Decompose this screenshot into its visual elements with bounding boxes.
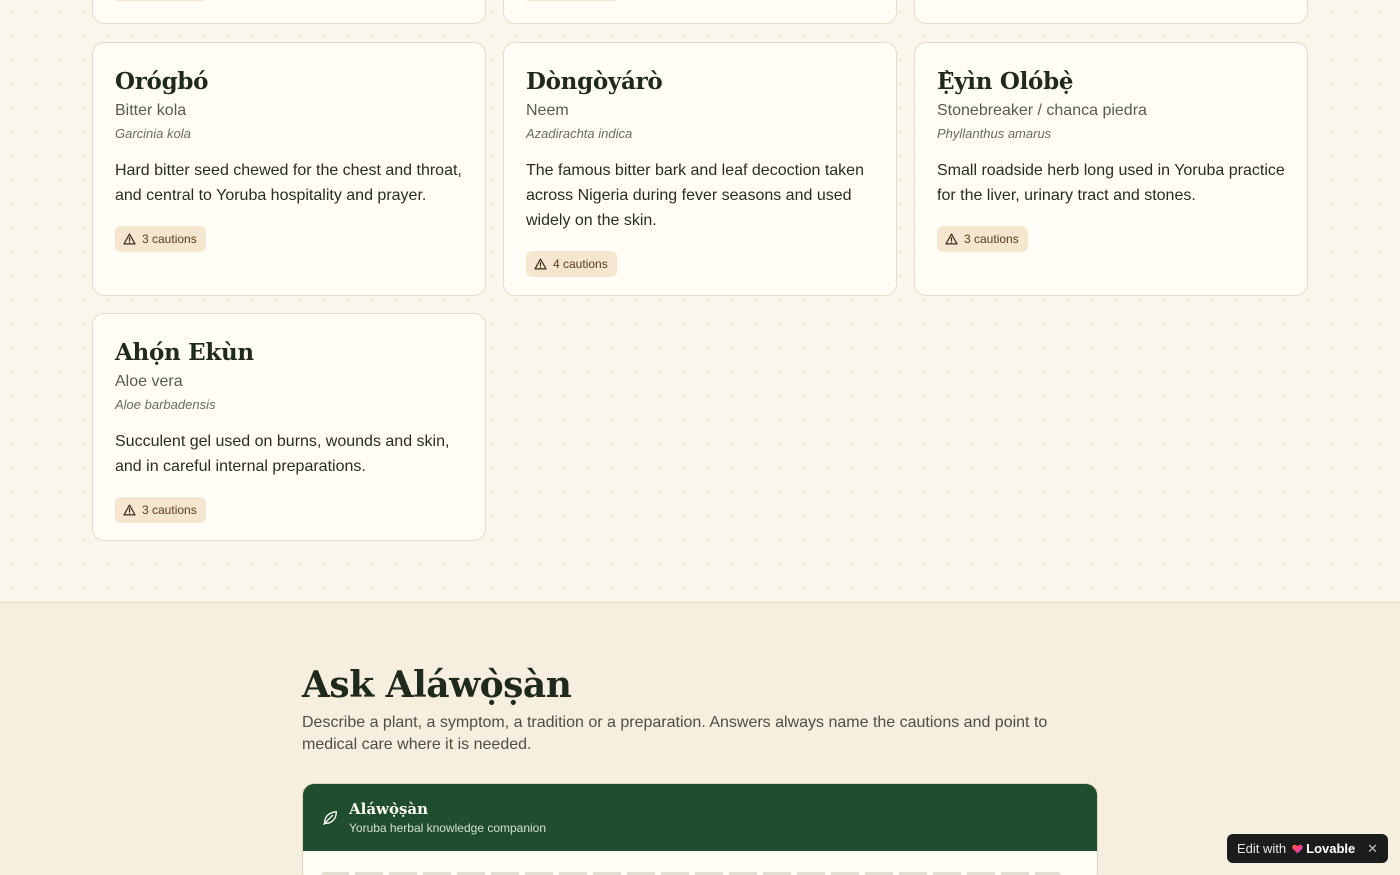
herb-common-name: Aloe vera [115,373,183,390]
lovable-brand-label: Lovable [1306,841,1356,856]
caution-badge: 3 cautions [937,226,1028,252]
warning-triangle-icon [123,504,136,516]
caution-count: 3 cautions [142,503,197,517]
chat-header: Aláwọ̀ṣàn Yoruba herbal knowledge compan… [303,784,1097,851]
warning-triangle-icon [945,233,958,245]
herb-name: Dòngòyárò [526,68,663,95]
chat-title: Aláwọ̀ṣàn [349,799,429,818]
close-icon[interactable]: ✕ [1367,841,1378,857]
caution-count: 3 cautions [142,232,197,246]
warning-triangle-icon [123,233,136,245]
caution-badge-stub [115,0,205,1]
herb-common-name: Neem [526,102,569,119]
leaf-icon [323,810,337,825]
lovable-heart-icon [1292,844,1303,854]
warning-triangle-icon [534,258,547,270]
herb-latin-name: Azadirachta indica [526,126,633,141]
herb-card-previous-3[interactable] [914,0,1308,24]
herb-card-previous-2[interactable] [503,0,897,24]
lovable-brand[interactable]: Lovable [1292,841,1355,856]
herb-common-name: Stonebreaker / chanca piedra [937,102,1147,119]
herb-name: Ẹ̀yìn Olóbẹ̀ [937,68,1074,95]
herb-description: Hard bitter seed chewed for the chest an… [115,162,462,204]
herb-card[interactable]: Ahọ́n Ekùn Aloe vera Aloe barbadensis Su… [92,313,486,541]
herb-description: Succulent gel used on burns, wounds and … [115,433,450,475]
caution-badge: 3 cautions [115,497,206,523]
herb-latin-name: Phyllanthus amarus [937,126,1052,141]
herb-description: Small roadside herb long used in Yoruba … [937,162,1285,204]
herb-card[interactable]: Dòngòyárò Neem Azadirachta indica The fa… [503,42,897,296]
herb-card[interactable]: Orógbó Bitter kola Garcinia kola Hard bi… [92,42,486,296]
herb-common-name: Bitter kola [115,102,187,119]
edit-label: Edit with [1237,841,1287,856]
herb-description: The famous bitter bark and leaf decoctio… [526,162,864,229]
caution-count: 3 cautions [964,232,1019,246]
caution-badge-stub [526,0,616,1]
herb-name: Ahọ́n Ekùn [115,339,254,366]
chat-subtitle: Yoruba herbal knowledge companion [349,820,547,835]
ask-section-subtitle: Describe a plant, a symptom, a tradition… [302,714,1048,753]
chat-panel[interactable]: Aláwọ̀ṣàn Yoruba herbal knowledge compan… [302,783,1098,875]
caution-count: 4 cautions [553,257,608,271]
edit-with-lovable-badge[interactable]: Edit with Lovable ✕ [1227,834,1388,863]
herb-name: Orógbó [115,68,209,95]
chat-header-text: Aláwọ̀ṣàn Yoruba herbal knowledge compan… [349,799,546,837]
herb-latin-name: Garcinia kola [115,126,191,141]
herb-card[interactable]: Ẹ̀yìn Olóbẹ̀ Stonebreaker / chanca piedr… [914,42,1308,296]
herb-card-previous-1[interactable] [92,0,486,24]
ask-section-title: Ask Aláwọ̀ṣàn [302,664,572,706]
caution-badge: 3 cautions [115,226,206,252]
herb-latin-name: Aloe barbadensis [115,397,216,412]
caution-badge: 4 cautions [526,251,617,277]
